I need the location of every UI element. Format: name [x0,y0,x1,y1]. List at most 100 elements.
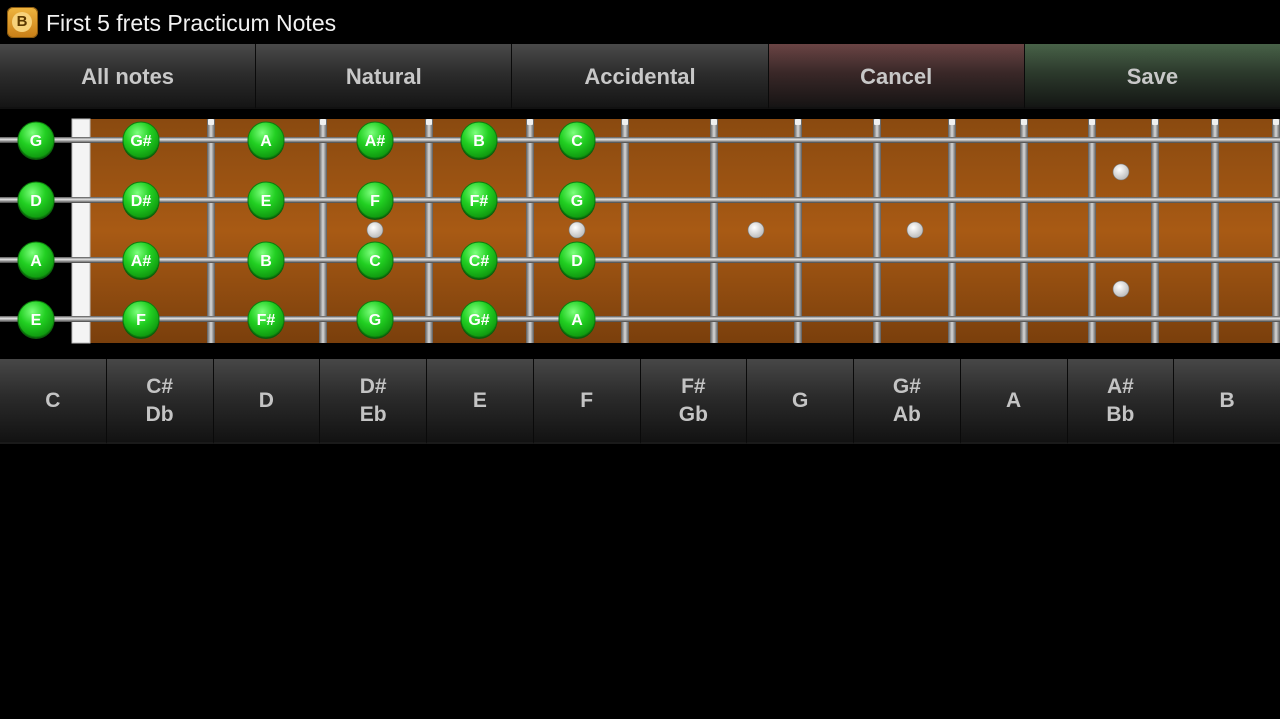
note-marker[interactable]: G [17,121,55,160]
note-button-label: C# [146,374,174,398]
note-marker[interactable]: G# [460,300,498,339]
note-marker[interactable]: A [558,300,596,339]
fret-wire [873,119,881,343]
note-button[interactable]: F [533,359,641,444]
save-button[interactable]: Save [1024,44,1280,109]
note-marker[interactable]: C# [460,241,498,280]
note-label: F [136,312,146,329]
fret-marker-top [1212,119,1218,125]
fret-marker-top [622,119,628,125]
fretboard-area: G G# A A# B C D D# E F F# G A A# B C C# D E F F# G G# A [0,109,1280,359]
note-button[interactable]: G# Ab [854,359,961,444]
note-marker[interactable]: C [558,121,596,160]
note-button[interactable]: F# Gb [640,359,748,444]
note-button[interactable]: C# Db [106,359,214,444]
all-notes-button[interactable]: All notes [0,44,257,109]
note-label: A [30,253,42,270]
note-button-label: F# [681,374,706,398]
note-marker[interactable]: F# [247,300,285,339]
note-marker[interactable]: A [247,121,285,160]
fret-marker-top [711,119,717,125]
note-button-label: C [45,388,61,412]
note-marker[interactable]: E [247,181,285,220]
note-marker[interactable]: G# [122,121,160,160]
note-label: G [30,133,42,150]
accidental-button[interactable]: Accidental [512,44,769,109]
fret-wire [1272,119,1280,343]
page-title: First 5 frets Practicum Notes [46,10,337,36]
note-marker[interactable]: A [17,241,55,280]
fret-wire [207,119,215,343]
note-button[interactable]: D [213,359,321,444]
inlay-dot [747,221,765,239]
note-button[interactable]: D# Eb [320,359,427,444]
note-button-alt-label: Bb [1106,402,1135,426]
note-marker[interactable]: F [122,300,160,339]
note-button[interactable]: B [1174,359,1280,444]
app-icon-letter: B [12,12,32,32]
note-button-label: G# [892,374,921,398]
note-marker[interactable]: B [460,121,498,160]
fret-marker-top [208,119,214,125]
note-button[interactable]: E [427,359,534,444]
inlay-dot [906,221,924,239]
fret-marker-top [795,119,801,125]
natural-button[interactable]: Natural [256,44,513,109]
note-button[interactable]: A [960,359,1068,444]
note-marker[interactable]: B [247,241,285,280]
fret-marker-top [1021,119,1027,125]
note-button-alt-label: Ab [892,402,921,426]
fret-wire [1211,119,1219,343]
note-label: A# [365,133,386,150]
inlay-dot [1112,280,1130,298]
note-marker[interactable]: G [356,300,394,339]
note-label: A [260,133,272,150]
app-icon: B [7,7,38,38]
title-bar: B First 5 frets Practicum Notes [0,0,1280,44]
fret-wire [621,119,629,343]
note-marker[interactable]: D [17,181,55,220]
note-label: G# [468,312,489,329]
fret-wire [948,119,956,343]
inlay-dot [1112,163,1130,181]
note-marker[interactable]: F [356,181,394,220]
note-marker[interactable]: G [558,181,596,220]
fret-wire [794,119,802,343]
note-label: G [571,193,583,210]
note-button-alt-label: Db [145,402,174,426]
note-marker[interactable]: A# [122,241,160,280]
note-marker[interactable]: C [356,241,394,280]
note-button-label: D [258,388,274,412]
note-marker[interactable]: D [558,241,596,280]
note-button[interactable]: C [0,359,107,444]
note-marker[interactable]: E [17,300,55,339]
note-marker[interactable]: D# [122,181,160,220]
fret-marker-top [949,119,955,125]
note-label: A [571,312,583,329]
note-label: G# [130,133,151,150]
string [0,137,1280,143]
note-marker[interactable]: F# [460,181,498,220]
inlay-dot [568,221,586,239]
string [0,257,1280,263]
note-button-label: E [472,388,487,412]
fret-marker-top [1273,119,1279,125]
note-label: F [370,193,380,210]
note-button[interactable]: A# Bb [1067,359,1175,444]
fret-wire [1088,119,1096,343]
note-label: B [473,133,485,150]
note-button-label: D# [359,374,387,398]
string [0,197,1280,203]
fret-wire [710,119,718,343]
note-marker[interactable]: A# [356,121,394,160]
fret-marker-top [1152,119,1158,125]
fret-marker-top [320,119,326,125]
note-button-label: B [1219,388,1235,412]
fretboard[interactable]: G G# A A# B C D D# E F F# G A A# B C C# D E F F# G G# A [0,109,1280,359]
note-button-label: A# [1106,374,1134,398]
note-button[interactable]: G [747,359,854,444]
note-button-alt-label: Eb [359,402,387,426]
note-label: A# [131,253,152,270]
cancel-button[interactable]: Cancel [768,44,1025,109]
inlay-dot [366,221,384,239]
